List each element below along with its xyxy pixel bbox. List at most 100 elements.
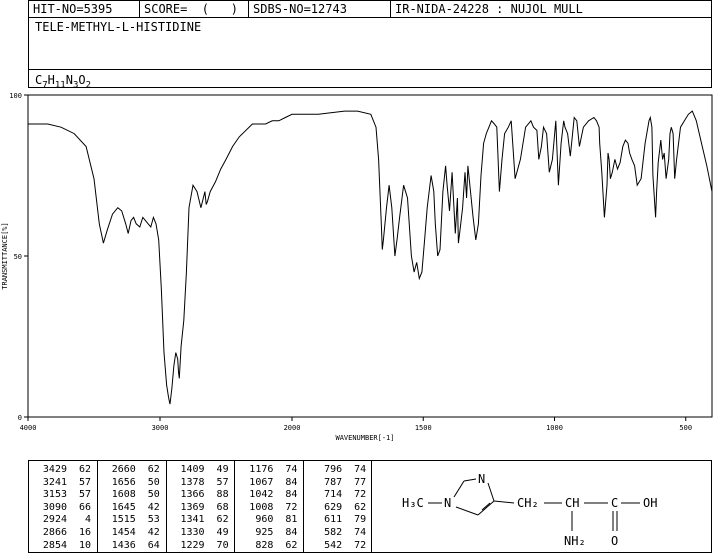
peak-row: 1378 57	[167, 476, 235, 489]
ring-bond	[453, 480, 465, 498]
peak-row: 3153 57	[29, 488, 97, 501]
peak-column: 796 74 787 77 714 72 629 62 611 79 582 74 542 72	[304, 461, 373, 552]
peak-transmittance: 4	[84, 514, 91, 526]
peak-row: 828 62	[235, 539, 303, 552]
peak-wavenumber: 1454	[111, 527, 136, 538]
peak-transmittance: 42	[147, 527, 160, 538]
peak-wavenumber: 960	[255, 514, 274, 526]
peak-row: 3429 62	[29, 463, 97, 476]
peak-transmittance: 81	[285, 514, 298, 526]
ring-nitrogen-3: N	[478, 472, 485, 486]
peak-transmittance: 42	[147, 501, 160, 513]
carbonyl-oxygen-label: O	[611, 534, 618, 548]
peak-wavenumber: 1436	[111, 539, 136, 551]
peak-wavenumber: 3090	[42, 501, 67, 513]
peak-row: 1330 49	[167, 526, 235, 539]
peak-row: 1366 88	[167, 488, 235, 501]
peak-wavenumber: 787	[324, 476, 343, 488]
peak-wavenumber: 1378	[180, 476, 205, 488]
peak-wavenumber: 1176	[249, 464, 274, 475]
peak-transmittance: 68	[216, 501, 229, 513]
peak-row: 1409 49	[167, 463, 235, 476]
peak-transmittance: 53	[147, 514, 160, 526]
peak-transmittance: 70	[216, 539, 229, 551]
peak-wavenumber: 3241	[42, 476, 67, 488]
peak-wavenumber: 611	[324, 514, 343, 526]
peak-row: 2854 10	[29, 539, 97, 552]
molecular-structure: H₃C N N CH₂ CH C OH O NH₂	[402, 472, 657, 548]
x-tick-label: 1000	[546, 424, 563, 432]
ring-bond	[455, 506, 479, 516]
peak-wavenumber: 2924	[42, 514, 67, 526]
peak-wavenumber: 542	[324, 539, 343, 551]
carbonyl-carbon-label: C	[611, 496, 618, 510]
peak-transmittance: 72	[354, 489, 367, 501]
x-tick-label: 500	[679, 424, 692, 432]
peak-transmittance: 64	[147, 539, 160, 551]
peak-row: 611 79	[304, 513, 373, 526]
peak-row: 1229 70	[167, 539, 235, 552]
peak-wavenumber: 1656	[111, 476, 136, 488]
peak-transmittance: 84	[285, 476, 298, 488]
hydroxyl-label: OH	[643, 496, 657, 510]
peak-wavenumber: 3153	[42, 489, 67, 501]
peak-wavenumber: 1645	[111, 501, 136, 513]
peak-wavenumber: 2866	[42, 527, 67, 538]
peak-row: 2660 62	[98, 463, 166, 476]
peak-row: 925 84	[235, 526, 303, 539]
ring-bond	[477, 500, 495, 516]
peak-row: 960 81	[235, 513, 303, 526]
peak-row: 1067 84	[235, 476, 303, 489]
peak-transmittance: 62	[285, 539, 298, 551]
y-axis-label: TRANSMITTANCE[%]	[1, 222, 9, 289]
x-tick-label: 4000	[20, 424, 37, 432]
peak-wavenumber: 2854	[42, 539, 67, 551]
peak-row: 542 72	[304, 539, 373, 552]
x-axis-ticks: 4000 3000 2000 1500 1000 500	[20, 417, 692, 432]
peak-row: 1515 53	[98, 513, 166, 526]
peak-column: 1176 74 1067 84 1042 84 1008 72 960 81 925 84 828 62	[235, 461, 305, 552]
peak-row: 1176 74	[235, 463, 303, 476]
ch2-label: CH₂	[517, 496, 539, 510]
peak-wavenumber: 1067	[249, 476, 274, 488]
peak-transmittance: 49	[216, 464, 229, 475]
ring-bond	[463, 478, 477, 482]
peak-transmittance: 74	[354, 527, 367, 538]
peak-transmittance: 72	[285, 501, 298, 513]
peak-transmittance: 10	[78, 539, 91, 551]
ring-double-bond	[481, 502, 491, 511]
peak-row: 1369 68	[167, 501, 235, 514]
peak-transmittance: 49	[216, 527, 229, 538]
peak-row: 1454 42	[98, 526, 166, 539]
methyl-label: H₃C	[402, 496, 424, 510]
peak-table: 3429 62 3241 57 3153 57 3090 66 2924 4 2866 16 2854 1…	[28, 460, 372, 553]
peak-transmittance: 84	[285, 527, 298, 538]
peak-row: 2924 4	[29, 513, 97, 526]
peak-column: 3429 62 3241 57 3153 57 3090 66 2924 4 2866 16 2854 1…	[29, 461, 98, 552]
peak-wavenumber: 714	[324, 489, 343, 501]
peak-transmittance: 62	[78, 464, 91, 475]
peak-row: 1436 64	[98, 539, 166, 552]
peak-wavenumber: 1608	[111, 489, 136, 501]
x-tick-label: 1500	[415, 424, 432, 432]
peak-column: 2660 62 1656 50 1608 50 1645 42 1515 53 1454 42 1436…	[98, 461, 167, 552]
peak-row: 796 74	[304, 463, 373, 476]
x-tick-label: 3000	[152, 424, 169, 432]
peak-transmittance: 77	[354, 476, 367, 488]
peak-row: 1341 62	[167, 513, 235, 526]
y-axis-ticks: 100 50 0	[9, 92, 28, 422]
peak-row: 1008 72	[235, 501, 303, 514]
peak-transmittance: 57	[78, 476, 91, 488]
peak-row: 714 72	[304, 488, 373, 501]
peak-transmittance: 50	[147, 476, 160, 488]
peak-transmittance: 62	[147, 464, 160, 475]
peak-wavenumber: 1366	[180, 489, 205, 501]
peak-row: 1608 50	[98, 488, 166, 501]
ir-spectrum-chart: 4000 3000 2000 1500 1000 500 100500 WAVENUMBE…	[1, 92, 713, 442]
peak-row: 1656 50	[98, 476, 166, 489]
peak-wavenumber: 2660	[111, 464, 136, 475]
peak-row: 1645 42	[98, 501, 166, 514]
plot-frame	[27, 94, 713, 418]
y-tick-label: 0	[18, 414, 22, 422]
peak-transmittance: 66	[78, 501, 91, 513]
